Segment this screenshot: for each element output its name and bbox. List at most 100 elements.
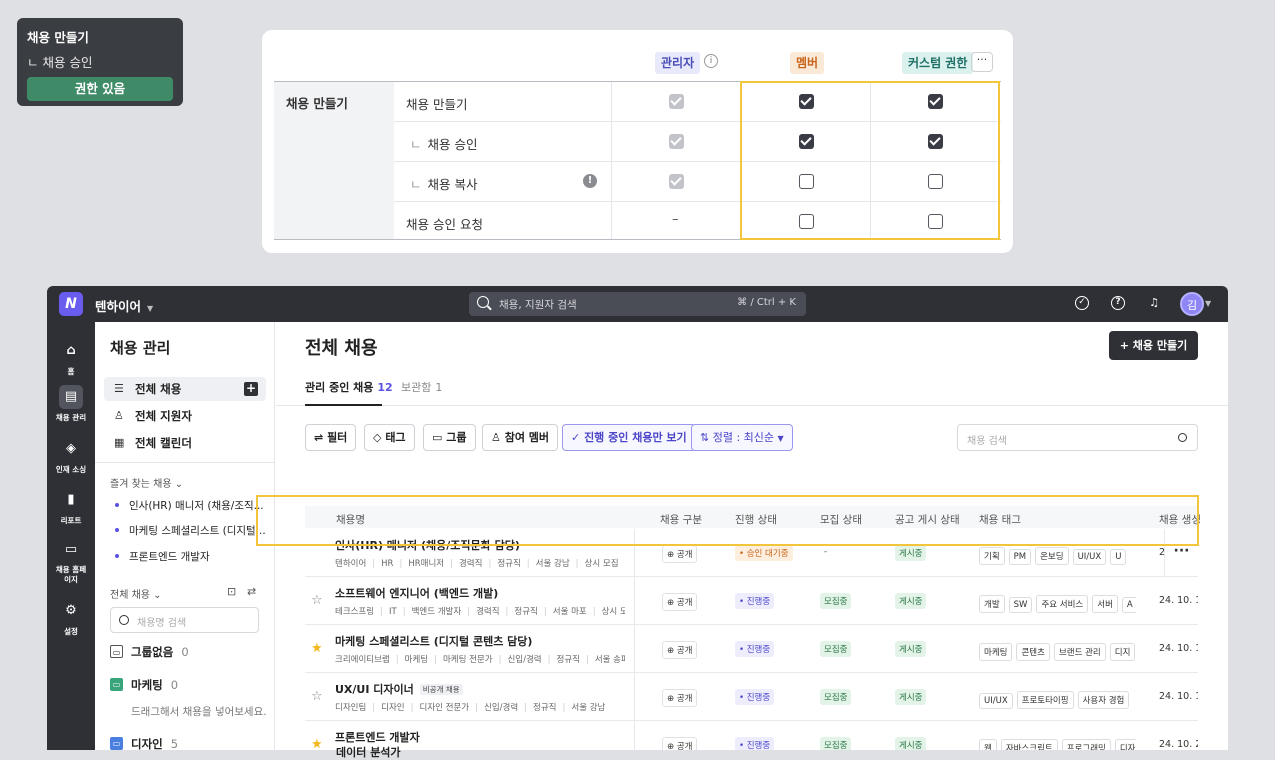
favorite-item[interactable]: 마케팅 스페셜리스트 (디지털... — [115, 523, 266, 538]
rail-item-report[interactable]: ▮ 리포트 — [47, 488, 95, 526]
add-folder-icon[interactable]: ⊡ — [227, 585, 236, 598]
tag-chip: 온보딩 — [1035, 547, 1069, 565]
highlight-box — [256, 495, 1199, 546]
sourcing-icon: ◈ — [66, 441, 76, 456]
in-progress-toggle[interactable]: ✓ 진행 중인 채용만 보기 — [562, 424, 696, 451]
search-placeholder: 채용, 지원자 검색 — [499, 299, 577, 311]
star-icon[interactable]: ★ — [311, 737, 323, 750]
visibility-badge: ⊕ 공개 — [662, 641, 698, 659]
table-row[interactable]: ★ 마케팅 스페셜리스트 (디지털 콘텐츠 담당) 크리에이티브랩마케팅마케팅 전문… — [305, 625, 1198, 673]
create-job-button[interactable]: + 채용 만들기 — [1109, 331, 1198, 360]
status-badge: • 승인 대기중 — [735, 545, 793, 561]
highlight-box — [740, 81, 1000, 240]
visibility-badge: ⊕ 공개 — [662, 593, 698, 611]
star-icon[interactable]: ☆ — [311, 689, 323, 704]
rail-item-home[interactable]: ⌂ 홈 — [47, 339, 95, 377]
favorites-header[interactable]: 즐겨 찾는 채용 ⌄ — [110, 475, 183, 490]
folder-icon: ▭ — [110, 678, 123, 691]
table-row[interactable]: ☆ 소프트웨어 엔지니어 (백엔드 개발) 테크스프링IT백엔드 개발자경력직정규직… — [305, 577, 1198, 625]
rail-item-sourcing[interactable]: ◈ 인재 소싱 — [47, 437, 95, 475]
admin-checkbox — [669, 94, 684, 109]
tag-chip: PM — [1008, 549, 1032, 565]
filter-button[interactable]: ⇌ 필터 — [305, 424, 357, 451]
sidebar: 채용 관리 ☰ 전체 채용 + ♙ 전체 지원자 ▦ 전체 캘린더 즐겨 찾는 채용 ⌄… — [95, 322, 275, 750]
job-meta: 테크스프링IT백엔드 개발자경력직정규직서울 마포상시 모집 — [335, 605, 625, 617]
rail-item-recruit[interactable]: ▤ 채용 관리 — [47, 385, 95, 423]
add-job-icon[interactable]: + — [244, 382, 258, 396]
rail-item-settings[interactable]: ⚙ 설정 — [47, 599, 95, 637]
all-jobs-header[interactable]: 전체 채용 ⌄ — [110, 586, 162, 601]
tab-managed[interactable]: 관리 중인 채용 12 — [305, 379, 393, 395]
more-options-icon[interactable]: ··· — [971, 52, 993, 72]
chevron-down-icon: ▼ — [147, 304, 154, 313]
tag-button[interactable]: ◇ 태그 — [364, 424, 415, 451]
job-title[interactable]: 데이터 분석가 — [336, 744, 401, 760]
nav-rail: ⌂ 홈 ▤ 채용 관리 ◈ 인재 소싱 ▮ 리포트 ▭ 채용 홈페이지 ⚙ 설정 — [47, 322, 95, 750]
sidebar-item-all-applicants[interactable]: ♙ 전체 지원자 — [104, 404, 266, 428]
rail-item-homepage[interactable]: ▭ 채용 홈페이지 — [47, 538, 95, 585]
tag-list: UI/UX 프로토타이핑 사용자 경험 — [979, 688, 1136, 709]
folder-icon: ▭ — [432, 431, 443, 444]
created-date: 24. 10. 12 — [1159, 643, 1198, 654]
header-admin: 관리자 — [655, 52, 701, 74]
favorite-item[interactable]: 인사(HR) 매니저 (채용/조직... — [115, 498, 264, 513]
filter-icon: ⇌ — [314, 431, 324, 444]
created-date: 24. 10. 20 — [1159, 739, 1198, 750]
feedback-icon[interactable]: ✓ — [1075, 296, 1089, 310]
help-icon[interactable]: ? — [1111, 296, 1125, 310]
job-search-input[interactable]: 채용명 검색 — [110, 607, 259, 633]
job-title[interactable]: 소프트웨어 엔지니어 (백엔드 개발) — [335, 585, 498, 601]
chevron-down-icon[interactable]: ▼ — [1205, 299, 1211, 308]
job-title[interactable]: 마케팅 스페셜리스트 (디지털 콘텐츠 담당) — [335, 633, 532, 649]
bell-icon[interactable]: ♫ — [1147, 296, 1161, 310]
tag-list: 마케팅 콘텐츠 브랜드 관리 디지 — [979, 640, 1136, 661]
member-button[interactable]: ♙ 참여 멤버 — [482, 424, 559, 451]
group-item-none[interactable]: ▭ 그룹없음 0 — [110, 644, 189, 660]
star-icon[interactable]: ★ — [311, 641, 323, 656]
permission-label: 채용 승인 요청 — [406, 217, 483, 232]
sidebar-item-calendar[interactable]: ▦ 전체 캘린더 — [104, 431, 266, 455]
global-search[interactable]: 채용, 지원자 검색 ⌘ / Ctrl + K — [469, 292, 806, 316]
logo[interactable]: N — [59, 292, 83, 316]
homepage-icon: ▭ — [64, 542, 78, 557]
tag-chip: 콘텐츠 — [1016, 643, 1050, 661]
star-icon[interactable]: ☆ — [311, 593, 323, 608]
avatar[interactable]: 김 — [1180, 292, 1204, 316]
permission-label: 채용 만들기 — [406, 97, 468, 112]
folder-icon: ▭ — [110, 645, 123, 658]
user-icon: ♙ — [114, 409, 124, 422]
tag-chip: 마케팅 — [979, 643, 1013, 661]
divider — [634, 721, 635, 750]
table-row[interactable]: ★프론트엔드 개발자개발팀개발웹 개발 전문가신입/경력정규직서울 마포상시⊕ … — [305, 721, 1198, 750]
shortcut-hint: ⌘ / Ctrl + K — [737, 297, 796, 308]
group-item-design[interactable]: ▭ 디자인 5 — [110, 736, 178, 750]
recruit-status-badge: - — [824, 547, 828, 557]
group-button[interactable]: ▭ 그룹 — [423, 424, 476, 451]
created-date: 24. 10. 15 — [1159, 691, 1198, 702]
top-bar: N 텐하이어 ▼ 채용, 지원자 검색 ⌘ / Ctrl + K ✓ ? ♫ 김 … — [47, 286, 1228, 322]
favorite-item[interactable]: 프론트엔드 개발자 — [115, 549, 210, 564]
group-item-marketing[interactable]: ▭ 마케팅 0 — [110, 677, 178, 693]
warning-icon[interactable]: ! — [583, 174, 597, 188]
permission-group-label: 채용 만들기 — [286, 96, 348, 111]
job-title[interactable]: UX/UI 디자이너 비공개 채용 — [335, 681, 463, 697]
table-row[interactable]: ☆ UX/UI 디자이너비공개 채용디자인팀디자인디자인 전문가신입/경력정규직서… — [305, 673, 1198, 721]
has-permission-badge: 권한 있음 — [27, 77, 173, 101]
permission-group: 채용 만들기 — [274, 82, 394, 240]
sort-dropdown[interactable]: ⇅ 정렬 : 최신순 ▼ — [691, 424, 793, 451]
sidebar-item-all-jobs[interactable]: ☰ 전체 채용 + — [104, 377, 266, 401]
tab-archive[interactable]: 보관함 1 — [401, 379, 442, 395]
sort-icon[interactable]: ⇄ — [247, 585, 256, 598]
company-switcher[interactable]: 텐하이어 ▼ — [95, 296, 153, 315]
user-icon: ♙ — [491, 431, 501, 444]
divider — [634, 577, 635, 624]
globe-icon: ⊕ — [667, 694, 675, 704]
table-search-input[interactable]: 채용 검색 — [957, 424, 1198, 451]
visibility-badge: ⊕ 공개 — [662, 545, 698, 563]
job-title[interactable]: 프론트엔드 개발자 — [335, 729, 420, 745]
info-icon[interactable]: i — [704, 54, 718, 68]
visibility-badge: ⊕ 공개 — [662, 689, 698, 707]
permission-label: ㄴ 채용 승인 — [410, 137, 478, 152]
home-icon: ⌂ — [66, 343, 76, 358]
tag-chip: 주요 서비스 — [1036, 595, 1089, 613]
